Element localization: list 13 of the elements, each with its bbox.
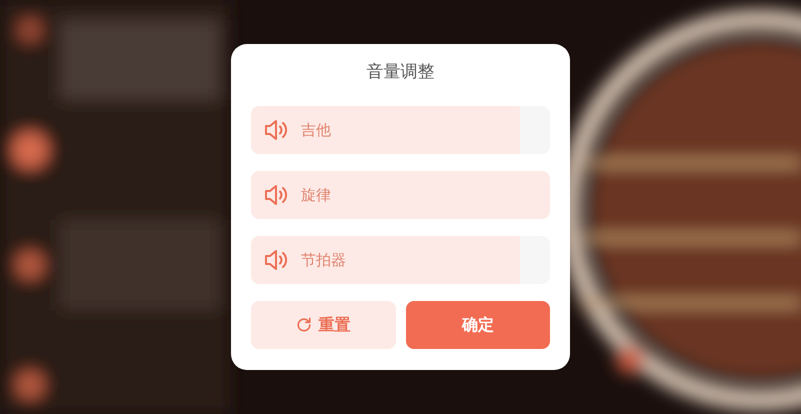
dialog-title: 音量调整: [366, 61, 436, 84]
reset-icon: [296, 317, 312, 333]
speaker-icon: [263, 117, 289, 143]
volume-slider[interactable]: 吉他: [251, 106, 550, 154]
channel-label: 旋律: [301, 186, 331, 204]
confirm-button[interactable]: 确定: [406, 301, 550, 349]
channel-label: 节拍器: [301, 250, 346, 270]
reset-button[interactable]: 重置: [251, 301, 396, 349]
speaker-icon: [263, 247, 289, 273]
channel-label: 吉他: [301, 120, 331, 140]
volume-slider[interactable]: 节拍器: [251, 236, 550, 284]
volume-slider[interactable]: 旋律: [251, 171, 550, 219]
speaker-icon: [263, 182, 289, 208]
